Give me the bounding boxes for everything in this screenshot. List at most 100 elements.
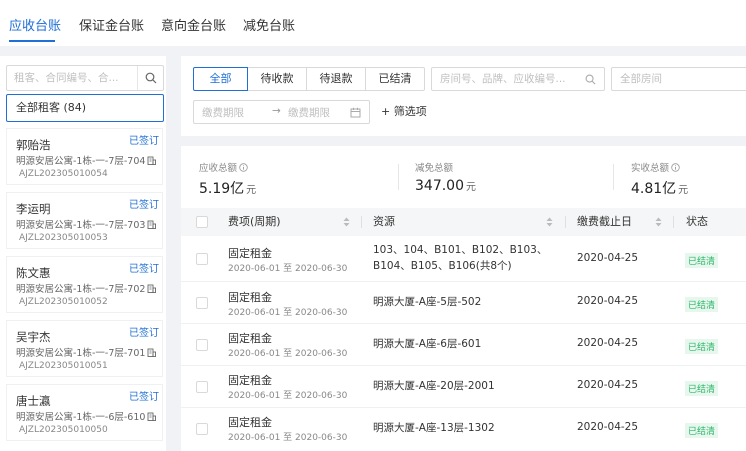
tab-receivable-ledger[interactable]: 应收台账 xyxy=(9,18,61,36)
ledger-search-input[interactable] xyxy=(432,68,578,90)
table-row[interactable]: 固定租金 2020-06-01 至 2020-06-30 明源大厦-A座-6层-… xyxy=(181,324,746,366)
segment-pending-receipt[interactable]: 待收款 xyxy=(247,67,307,91)
tab-intent-ledger[interactable]: 意向金台账 xyxy=(161,18,226,36)
column-divider xyxy=(565,216,566,228)
due-date: 2020-04-25 xyxy=(577,379,639,391)
fee-period: 2020-06-01 至 2020-06-30 xyxy=(228,264,348,274)
segment-settled[interactable]: 已结清 xyxy=(365,67,425,91)
tenant-address-text: 明源安居公寓-1栋-一-7层-704 xyxy=(16,156,146,167)
table-row[interactable]: 固定租金 2020-06-01 至 2020-06-30 明源大厦-A座-13层… xyxy=(181,408,746,451)
status-badge: 已结清 xyxy=(685,253,719,268)
column-header-resource[interactable]: 资源 xyxy=(373,208,395,236)
status-badge: 已结清 xyxy=(685,339,719,354)
building-icon xyxy=(147,220,157,229)
room-select[interactable] xyxy=(611,67,746,91)
row-checkbox[interactable] xyxy=(196,297,208,309)
due-date-range-picker[interactable]: 缴费期限 → 缴费期限 xyxy=(193,100,370,124)
tenant-card[interactable]: 唐士瀛 已签订 明源安居公寓-1栋-一-6层-610 AJZL202305010… xyxy=(6,384,163,441)
more-filters-button[interactable]: + 筛选项 xyxy=(381,103,427,119)
segment-pending-refund[interactable]: 待退款 xyxy=(306,67,366,91)
resource: 明源大厦-A座-20层-2001 xyxy=(373,380,495,392)
status-badge: 已签订 xyxy=(129,264,159,275)
table-row[interactable]: 固定租金 2020-06-01 至 2020-06-30 明源大厦-A座-20层… xyxy=(181,366,746,408)
room-select-input[interactable] xyxy=(612,68,742,90)
tab-waiver-ledger[interactable]: 减免台账 xyxy=(243,18,295,36)
stat-value: 347.00 xyxy=(415,178,464,194)
resource: 明源大厦-A座-6层-601 xyxy=(373,338,482,350)
sort-icon[interactable] xyxy=(546,217,553,227)
table-row[interactable]: 固定租金 2020-06-01 至 2020-06-30 103、104、B10… xyxy=(181,236,746,282)
resource: 明源大厦-A座-13层-1302 xyxy=(373,422,495,434)
stat-unit: 元 xyxy=(466,182,476,193)
segment-all[interactable]: 全部 xyxy=(193,67,248,91)
info-icon xyxy=(239,162,248,172)
stat-waiver-total: 减免总额 347.00 元 xyxy=(415,160,476,194)
tenant-address: 明源安居公寓-1栋-一-7层-701 xyxy=(16,345,157,359)
row-checkbox[interactable] xyxy=(196,339,208,351)
tenant-search-input[interactable] xyxy=(7,66,137,90)
resource: 明源大厦-A座-5层-502 xyxy=(373,296,482,308)
active-tab-indicator xyxy=(9,40,55,42)
status-badge: 已签订 xyxy=(129,200,159,211)
table-row[interactable]: 固定租金 2020-06-01 至 2020-06-30 明源大厦-A座-5层-… xyxy=(181,282,746,324)
tenant-address-text: 明源安居公寓-1栋-一-6层-610 xyxy=(16,412,146,423)
stat-divider xyxy=(398,164,399,190)
stat-label-wrap: 应收总额 xyxy=(199,160,256,174)
column-header-fee[interactable]: 费项(周期) xyxy=(228,208,281,236)
filter-divider xyxy=(181,136,746,146)
tenant-card[interactable]: 郭贻浩 已签订 明源安居公寓-1栋-一-7层-704 AJZL202305010… xyxy=(6,128,163,185)
sort-icon[interactable] xyxy=(343,217,350,227)
column-header-status: 状态 xyxy=(686,215,708,228)
tenant-name: 郭贻浩 xyxy=(16,138,51,152)
all-tenants-filter[interactable]: 全部租客 (84) xyxy=(6,94,164,122)
sort-icon[interactable] xyxy=(655,217,662,227)
row-checkbox[interactable] xyxy=(196,423,208,435)
stat-value: 5.19亿 xyxy=(199,181,245,197)
stat-unit: 元 xyxy=(246,185,257,196)
search-icon[interactable] xyxy=(585,74,596,85)
top-tab-bar: 应收台账 保证金台账 意向金台账 减免台账 xyxy=(0,0,746,46)
status-badge: 已结清 xyxy=(685,381,719,396)
tenant-card[interactable]: 吴宇杰 已签订 明源安居公寓-1栋-一-7层-701 AJZL202305010… xyxy=(6,320,163,377)
due-date: 2020-04-25 xyxy=(577,252,639,264)
stat-label: 应收总额 xyxy=(199,163,238,174)
tab-deposit-ledger[interactable]: 保证金台账 xyxy=(79,18,144,36)
stat-label: 实收总额 xyxy=(631,163,670,174)
select-all-checkbox[interactable] xyxy=(196,216,208,228)
table-header: 费项(周期) 资源 缴费截止日 状态 xyxy=(181,208,746,236)
status-badge: 已结清 xyxy=(685,423,719,438)
building-icon xyxy=(147,412,157,421)
ledger-search-box xyxy=(431,67,605,91)
contract-code: AJZL202305010050 xyxy=(19,425,108,435)
row-checkbox[interactable] xyxy=(196,253,208,265)
info-icon xyxy=(671,162,680,172)
date-end-placeholder: 缴费期限 xyxy=(288,107,330,119)
status-badge: 已签订 xyxy=(129,328,159,339)
row-checkbox[interactable] xyxy=(196,381,208,393)
tenant-search-button[interactable] xyxy=(137,66,163,90)
resource: 103、104、B101、B102、B103、B104、B105、B106(共8… xyxy=(373,244,548,272)
tenant-card[interactable]: 李运明 已签订 明源安居公寓-1栋-一-7层-703 AJZL202305010… xyxy=(6,192,163,249)
fee-period: 2020-06-01 至 2020-06-30 xyxy=(228,308,348,318)
column-divider xyxy=(673,216,674,228)
tenant-sidebar: 全部租客 (84) 郭贻浩 已签订 明源安居公寓-1栋-一-7层-704 AJZ… xyxy=(0,56,166,451)
stat-unit: 元 xyxy=(678,185,689,196)
tenant-address: 明源安居公寓-1栋-一-6层-610 xyxy=(16,409,157,423)
tenant-address-text: 明源安居公寓-1栋-一-7层-701 xyxy=(16,348,146,359)
building-icon xyxy=(147,284,157,293)
fee-item: 固定租金 xyxy=(228,332,272,345)
stat-label-wrap: 减免总额 xyxy=(415,160,476,174)
stat-label-wrap: 实收总额 xyxy=(631,160,688,174)
ledger-panel: 全部 待收款 待退款 已结清 缴费期限 → 缴费期限 + 筛选项 应收总额 5.… xyxy=(181,56,746,451)
building-icon xyxy=(147,348,157,357)
stat-value-wrap: 5.19亿元 xyxy=(199,178,256,198)
tenant-card[interactable]: 陈文惠 已签订 明源安居公寓-1栋-一-7层-702 AJZL202305010… xyxy=(6,256,163,313)
column-divider xyxy=(361,216,362,228)
building-icon xyxy=(147,156,157,165)
stat-receivable-total: 应收总额 5.19亿元 xyxy=(199,160,256,198)
date-start-placeholder: 缴费期限 xyxy=(202,107,244,119)
tenant-address: 明源安居公寓-1栋-一-7层-702 xyxy=(16,281,157,295)
column-header-due-date[interactable]: 缴费截止日 xyxy=(577,208,632,236)
search-icon xyxy=(145,72,156,84)
tenant-search-box xyxy=(6,65,164,91)
